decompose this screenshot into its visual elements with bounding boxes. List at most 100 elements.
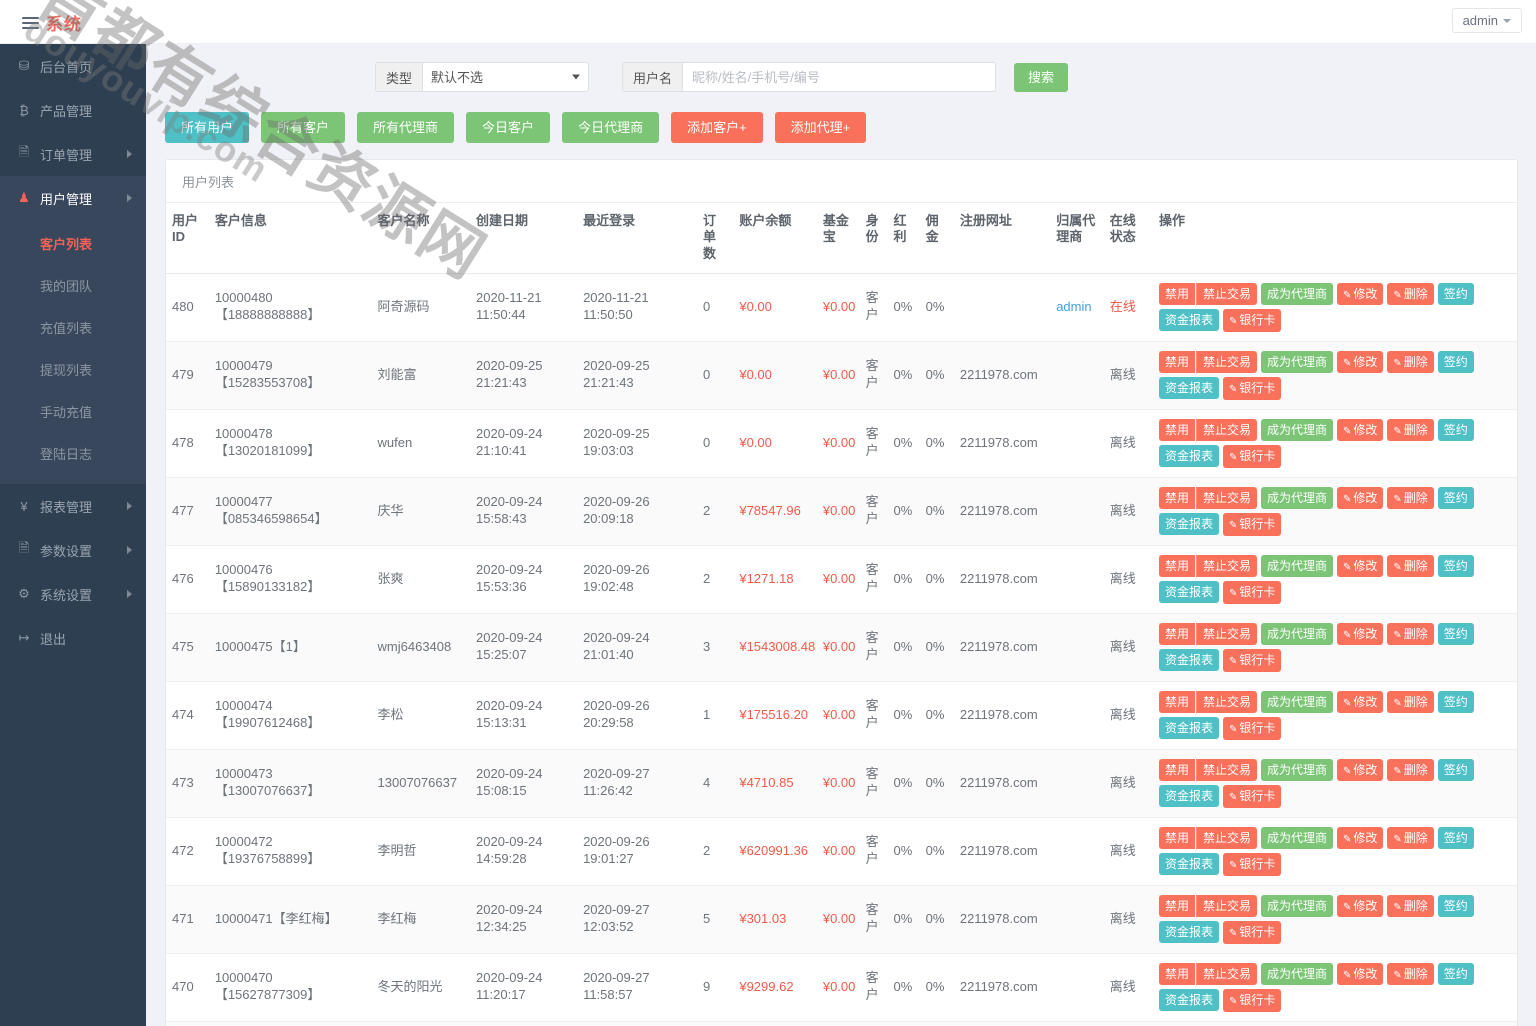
become-agent-button[interactable]: 成为代理商: [1260, 758, 1333, 781]
add-customer-button[interactable]: 添加客户+: [671, 112, 763, 143]
delete-button[interactable]: ✎ 删除: [1387, 486, 1434, 510]
disable-button[interactable]: 禁用: [1158, 690, 1195, 713]
delete-button[interactable]: ✎ 删除: [1387, 350, 1434, 374]
sign-button[interactable]: 签约: [1437, 690, 1474, 713]
delete-button[interactable]: ✎ 删除: [1387, 758, 1434, 782]
sign-button[interactable]: 签约: [1437, 554, 1474, 577]
become-agent-button[interactable]: 成为代理商: [1260, 554, 1333, 577]
ban-trade-button[interactable]: 禁止交易: [1195, 622, 1257, 645]
brand[interactable]: 系统: [22, 10, 82, 35]
admin-menu[interactable]: admin: [1451, 8, 1522, 33]
fund-report-button[interactable]: 资金报表: [1158, 853, 1219, 876]
bank-card-button[interactable]: ✎ 银行卡: [1222, 717, 1282, 740]
disable-button[interactable]: 禁用: [1158, 894, 1195, 917]
bank-card-button[interactable]: ✎ 银行卡: [1222, 581, 1282, 604]
bank-card-button[interactable]: ✎ 银行卡: [1222, 785, 1282, 808]
edit-button[interactable]: ✎ 修改: [1336, 894, 1384, 918]
sidebar-subitem-recharge-list[interactable]: 充值列表: [0, 306, 146, 348]
ban-trade-button[interactable]: 禁止交易: [1195, 962, 1257, 985]
fund-report-button[interactable]: 资金报表: [1158, 513, 1219, 536]
bank-card-button[interactable]: ✎ 银行卡: [1222, 513, 1282, 536]
edit-button[interactable]: ✎ 修改: [1336, 826, 1384, 850]
ban-trade-button[interactable]: 禁止交易: [1195, 554, 1257, 577]
ban-trade-button[interactable]: 禁止交易: [1195, 690, 1257, 713]
sign-button[interactable]: 签约: [1437, 622, 1474, 645]
become-agent-button[interactable]: 成为代理商: [1260, 962, 1333, 985]
ban-trade-button[interactable]: 禁止交易: [1195, 486, 1257, 509]
sidebar-subitem-customer-list[interactable]: 客户列表: [0, 222, 146, 264]
delete-button[interactable]: ✎ 删除: [1387, 962, 1434, 986]
sidebar-item-users[interactable]: ♟ 用户管理: [0, 176, 146, 220]
ban-trade-button[interactable]: 禁止交易: [1195, 350, 1257, 373]
fund-report-button[interactable]: 资金报表: [1158, 309, 1219, 332]
disable-button[interactable]: 禁用: [1158, 282, 1195, 305]
delete-button[interactable]: ✎ 删除: [1387, 826, 1434, 850]
fund-report-button[interactable]: 资金报表: [1158, 445, 1219, 468]
all-agents-button[interactable]: 所有代理商: [357, 112, 455, 143]
ban-trade-button[interactable]: 禁止交易: [1195, 894, 1257, 917]
fund-report-button[interactable]: 资金报表: [1158, 581, 1219, 604]
fund-report-button[interactable]: 资金报表: [1158, 717, 1219, 740]
delete-button[interactable]: ✎ 删除: [1387, 282, 1434, 306]
sidebar-subitem-my-team[interactable]: 我的团队: [0, 264, 146, 306]
edit-button[interactable]: ✎ 修改: [1336, 554, 1384, 578]
disable-button[interactable]: 禁用: [1158, 622, 1195, 645]
sidebar-item-orders[interactable]: 🗎 订单管理: [0, 132, 146, 176]
today-agents-button[interactable]: 今日代理商: [562, 112, 660, 143]
sign-button[interactable]: 签约: [1437, 826, 1474, 849]
fund-report-button[interactable]: 资金报表: [1158, 649, 1219, 672]
become-agent-button[interactable]: 成为代理商: [1260, 418, 1333, 441]
search-button[interactable]: 搜索: [1014, 62, 1069, 92]
sign-button[interactable]: 签约: [1437, 962, 1474, 985]
sidebar-item-params[interactable]: 🗎 参数设置: [0, 528, 146, 572]
delete-button[interactable]: ✎ 删除: [1387, 690, 1434, 714]
delete-button[interactable]: ✎ 删除: [1387, 554, 1434, 578]
fund-report-button[interactable]: 资金报表: [1158, 785, 1219, 808]
become-agent-button[interactable]: 成为代理商: [1260, 282, 1333, 305]
edit-button[interactable]: ✎ 修改: [1336, 622, 1384, 646]
delete-button[interactable]: ✎ 删除: [1387, 622, 1434, 646]
sidebar-item-dashboard[interactable]: ⛁ 后台首页: [0, 44, 146, 88]
become-agent-button[interactable]: 成为代理商: [1260, 486, 1333, 509]
edit-button[interactable]: ✎ 修改: [1336, 418, 1384, 442]
disable-button[interactable]: 禁用: [1158, 962, 1195, 985]
become-agent-button[interactable]: 成为代理商: [1260, 826, 1333, 849]
edit-button[interactable]: ✎ 修改: [1336, 486, 1384, 510]
bank-card-button[interactable]: ✎ 银行卡: [1222, 649, 1282, 672]
disable-button[interactable]: 禁用: [1158, 350, 1195, 373]
edit-button[interactable]: ✎ 修改: [1336, 962, 1384, 986]
fund-report-button[interactable]: 资金报表: [1158, 377, 1219, 400]
sign-button[interactable]: 签约: [1437, 282, 1474, 305]
fund-report-button[interactable]: 资金报表: [1158, 989, 1219, 1012]
sidebar-item-system[interactable]: ⚙ 系统设置: [0, 572, 146, 616]
become-agent-button[interactable]: 成为代理商: [1260, 894, 1333, 917]
become-agent-button[interactable]: 成为代理商: [1260, 622, 1333, 645]
sidebar-item-reports[interactable]: ¥ 报表管理: [0, 484, 146, 528]
all-users-button[interactable]: 所有用户: [165, 112, 250, 143]
bank-card-button[interactable]: ✎ 银行卡: [1222, 309, 1282, 332]
bank-card-button[interactable]: ✎ 银行卡: [1222, 445, 1282, 468]
bank-card-button[interactable]: ✎ 银行卡: [1222, 377, 1282, 400]
disable-button[interactable]: 禁用: [1158, 418, 1195, 441]
disable-button[interactable]: 禁用: [1158, 486, 1195, 509]
sidebar-item-products[interactable]: ₿ 产品管理: [0, 88, 146, 132]
sign-button[interactable]: 签约: [1437, 350, 1474, 373]
all-customers-button[interactable]: 所有客户: [261, 112, 346, 143]
type-select[interactable]: 默认不选: [422, 62, 590, 92]
add-agent-button[interactable]: 添加代理+: [774, 112, 867, 143]
ban-trade-button[interactable]: 禁止交易: [1195, 826, 1257, 849]
sign-button[interactable]: 签约: [1437, 894, 1474, 917]
become-agent-button[interactable]: 成为代理商: [1260, 350, 1333, 373]
delete-button[interactable]: ✎ 删除: [1387, 894, 1434, 918]
sidebar-subitem-login-log[interactable]: 登陆日志: [0, 432, 146, 474]
search-input[interactable]: [682, 62, 997, 92]
sign-button[interactable]: 签约: [1437, 486, 1474, 509]
become-agent-button[interactable]: 成为代理商: [1260, 690, 1333, 713]
ban-trade-button[interactable]: 禁止交易: [1195, 418, 1257, 441]
sign-button[interactable]: 签约: [1437, 418, 1474, 441]
edit-button[interactable]: ✎ 修改: [1336, 758, 1384, 782]
sign-button[interactable]: 签约: [1437, 758, 1474, 781]
hamburger-icon[interactable]: [22, 14, 39, 32]
sidebar-subitem-manual-recharge[interactable]: 手动充值: [0, 390, 146, 432]
edit-button[interactable]: ✎ 修改: [1336, 282, 1384, 306]
